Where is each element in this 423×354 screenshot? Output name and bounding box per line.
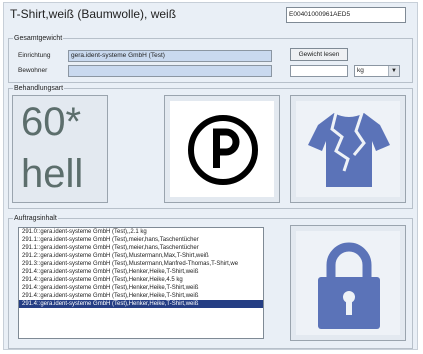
list-item[interactable]: 291.4::gera.ident-systeme GmbH (Test),He…: [19, 284, 263, 292]
list-item[interactable]: 291.2::gera.ident-systeme GmbH (Test),Mu…: [19, 252, 263, 260]
unit-select-value: kg: [357, 67, 364, 74]
padlock-icon: [318, 242, 380, 329]
main-window: T-Shirt,weiß (Baumwolle), weiß E00401000…: [3, 2, 418, 350]
dry-clean-p-tile[interactable]: [164, 95, 280, 203]
damaged-item-tile[interactable]: [290, 95, 406, 203]
item-title: T-Shirt,weiß (Baumwolle), weiß: [10, 7, 177, 21]
torn-shirt-icon: [308, 112, 390, 187]
einrichtung-label: Einrichtung: [18, 52, 51, 59]
circled-p-icon: [188, 115, 258, 185]
tag-code-field[interactable]: E00401000961AED5: [286, 7, 406, 23]
unit-select[interactable]: kg ▼: [354, 65, 400, 77]
einrichtung-field[interactable]: gera.ident-systeme GmbH (Test): [68, 50, 272, 62]
behandlungsart-legend: Behandlungsart: [14, 85, 64, 92]
lock-tile[interactable]: [290, 225, 406, 341]
gesamtgewicht-legend: Gesamtgewicht: [14, 35, 63, 42]
list-item[interactable]: 291.3::gera.ident-systeme GmbH (Test),Mu…: [19, 260, 263, 268]
chevron-down-icon[interactable]: ▼: [388, 66, 399, 76]
bewohner-field[interactable]: [68, 65, 272, 77]
list-item[interactable]: 291.4::gera.ident-systeme GmbH (Test),He…: [19, 292, 263, 300]
list-item[interactable]: 291.1::gera.ident-systeme GmbH (Test),me…: [19, 236, 263, 244]
weight-field[interactable]: [290, 65, 348, 77]
list-item[interactable]: 291.0::gera.ident-systeme GmbH (Test),,2…: [19, 228, 263, 236]
list-item[interactable]: 291.4::gera.ident-systeme GmbH (Test),He…: [19, 276, 263, 284]
temperature-value: 60*: [21, 100, 82, 144]
list-item[interactable]: 291.4::gera.ident-systeme GmbH (Test),He…: [19, 268, 263, 276]
auftragsinhalt-legend: Auftragsinhalt: [14, 215, 57, 222]
list-item-selected[interactable]: 291.4::gera.ident-systeme GmbH (Test),He…: [19, 300, 263, 308]
bewohner-label: Bewohner: [18, 67, 48, 74]
list-item[interactable]: 291.1::gera.ident-systeme GmbH (Test),me…: [19, 244, 263, 252]
temperature-panel: 60* hell: [12, 95, 108, 203]
auftrag-listbox[interactable]: 291.0::gera.ident-systeme GmbH (Test),,2…: [18, 227, 264, 339]
gewicht-lesen-button[interactable]: Gewicht lesen: [290, 48, 348, 61]
shade-value: hell: [21, 152, 84, 196]
